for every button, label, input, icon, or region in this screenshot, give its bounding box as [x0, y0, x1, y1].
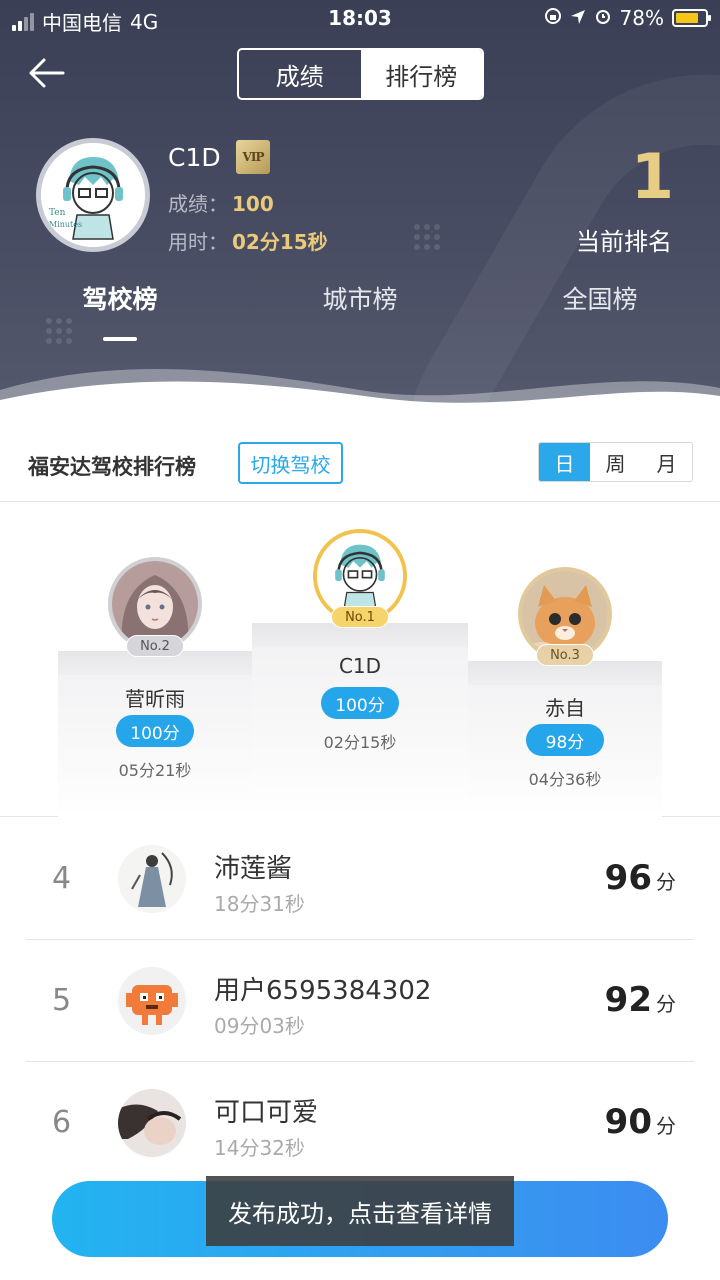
podium-name-1: C1D [338, 654, 382, 678]
score-value: 100 [232, 192, 274, 216]
vip-label: VIP [242, 150, 265, 164]
list-rank: 5 [52, 983, 72, 1018]
list-name: 用户6595384302 [214, 976, 432, 1006]
avatar [118, 967, 186, 1035]
avatar [118, 845, 186, 913]
list-item[interactable]: 4 沛莲酱 18分31秒 96 分 [26, 818, 694, 940]
active-tab-indicator [103, 337, 137, 341]
list-time: 14分32秒 [214, 1136, 305, 1160]
back-button[interactable] [26, 56, 66, 90]
battery-icon [672, 9, 711, 27]
switch-school-button[interactable]: 切换驾校 [238, 442, 343, 484]
current-rank-label: 当前排名 [576, 228, 672, 256]
list-score: 96 分 [605, 858, 676, 898]
rank-badge-1: No.1 [331, 606, 389, 628]
period-day[interactable]: 日 [539, 443, 590, 481]
vip-badge: VIP [236, 140, 270, 174]
period-week[interactable]: 周 [590, 443, 641, 481]
podium: No.2 No.1 No.3 菅昕雨 100分 05分21秒 C1D 100分 … [0, 503, 720, 817]
time-label: 用时： [168, 230, 228, 254]
list-item[interactable]: 5 用户6595384302 09分03秒 92 分 [26, 940, 694, 1062]
list-rank: 6 [52, 1105, 72, 1140]
cartoon-avatar-icon: Ten Minutes [41, 143, 145, 247]
header: 中国电信 4G 18:03 78% 成绩 排行榜 Ten Minutes C1D… [0, 0, 720, 412]
svg-text:Ten: Ten [49, 208, 66, 218]
battery-percent: 78% [619, 6, 664, 30]
podium-score-2: 100分 [116, 715, 194, 747]
board-title: 福安达驾校排行榜 [28, 455, 196, 479]
list-score-value: 96 [604, 858, 652, 898]
avatar [118, 1089, 186, 1157]
score-label: 成绩： [168, 192, 228, 216]
tab-city-board[interactable]: 城市榜 [280, 280, 440, 316]
podium-score-3: 98分 [526, 724, 604, 756]
list-rank: 4 [52, 861, 72, 896]
period-month[interactable]: 月 [641, 443, 692, 481]
list-score-unit: 分 [656, 1114, 676, 1138]
podium-score-1: 100分 [321, 687, 399, 719]
current-rank-number: 1 [630, 140, 674, 213]
tab-leaderboard[interactable]: 排行榜 [360, 50, 482, 98]
toast-message[interactable]: 发布成功，点击查看详情 [206, 1176, 514, 1246]
list-score-unit: 分 [656, 870, 676, 894]
time-value: 02分15秒 [232, 230, 328, 254]
alarm-icon [594, 6, 612, 30]
podium-block-1 [252, 623, 468, 817]
photo-avatar-icon [118, 1089, 186, 1157]
robot-avatar-icon [118, 967, 186, 1035]
ink-figure-avatar-icon [118, 845, 186, 913]
orientation-lock-icon [544, 6, 562, 30]
period-selector: 日 周 月 [538, 442, 693, 482]
list-score-value: 92 [604, 980, 652, 1020]
tab-school-board[interactable]: 驾校榜 [40, 280, 200, 316]
list-item[interactable]: 6 可口可爱 14分32秒 90 分 [26, 1062, 694, 1184]
list-time: 09分03秒 [214, 1014, 305, 1038]
podium-time-2: 05分21秒 [118, 761, 192, 780]
back-arrow-icon [29, 58, 65, 88]
top-tab-switch: 成绩 排行榜 [237, 48, 484, 100]
list-score-value: 90 [604, 1102, 652, 1142]
list-name: 沛莲酱 [214, 854, 293, 884]
list-score: 92 分 [605, 980, 676, 1020]
rank-badge-2: No.2 [126, 635, 184, 657]
status-bar: 中国电信 4G 18:03 78% [0, 0, 720, 38]
podium-time-1: 02分15秒 [323, 733, 397, 752]
decor-dots [46, 318, 72, 344]
list-time: 18分31秒 [214, 892, 305, 916]
podium-name-2: 菅昕雨 [125, 687, 185, 711]
list-score-unit: 分 [656, 992, 676, 1016]
location-icon [570, 6, 586, 30]
tab-score[interactable]: 成绩 [239, 50, 361, 98]
tab-national-board[interactable]: 全国榜 [520, 280, 680, 316]
board-title-row: 福安达驾校排行榜 切换驾校 日 周 月 [0, 418, 720, 502]
list-score: 90 分 [605, 1102, 676, 1142]
avatar[interactable]: Ten Minutes [36, 138, 150, 252]
svg-text:Minutes: Minutes [49, 220, 82, 229]
user-time-line: 用时： 02分15秒 [168, 226, 328, 255]
user-name: C1D [168, 143, 221, 172]
decor-dots [414, 224, 440, 250]
rank-badge-3: No.3 [536, 644, 594, 666]
user-score-line: 成绩： 100 [168, 188, 274, 217]
header-wave [0, 369, 720, 412]
list-name: 可口可爱 [214, 1098, 319, 1128]
podium-time-3: 04分36秒 [528, 770, 602, 789]
podium-name-3: 赤自 [545, 696, 585, 720]
